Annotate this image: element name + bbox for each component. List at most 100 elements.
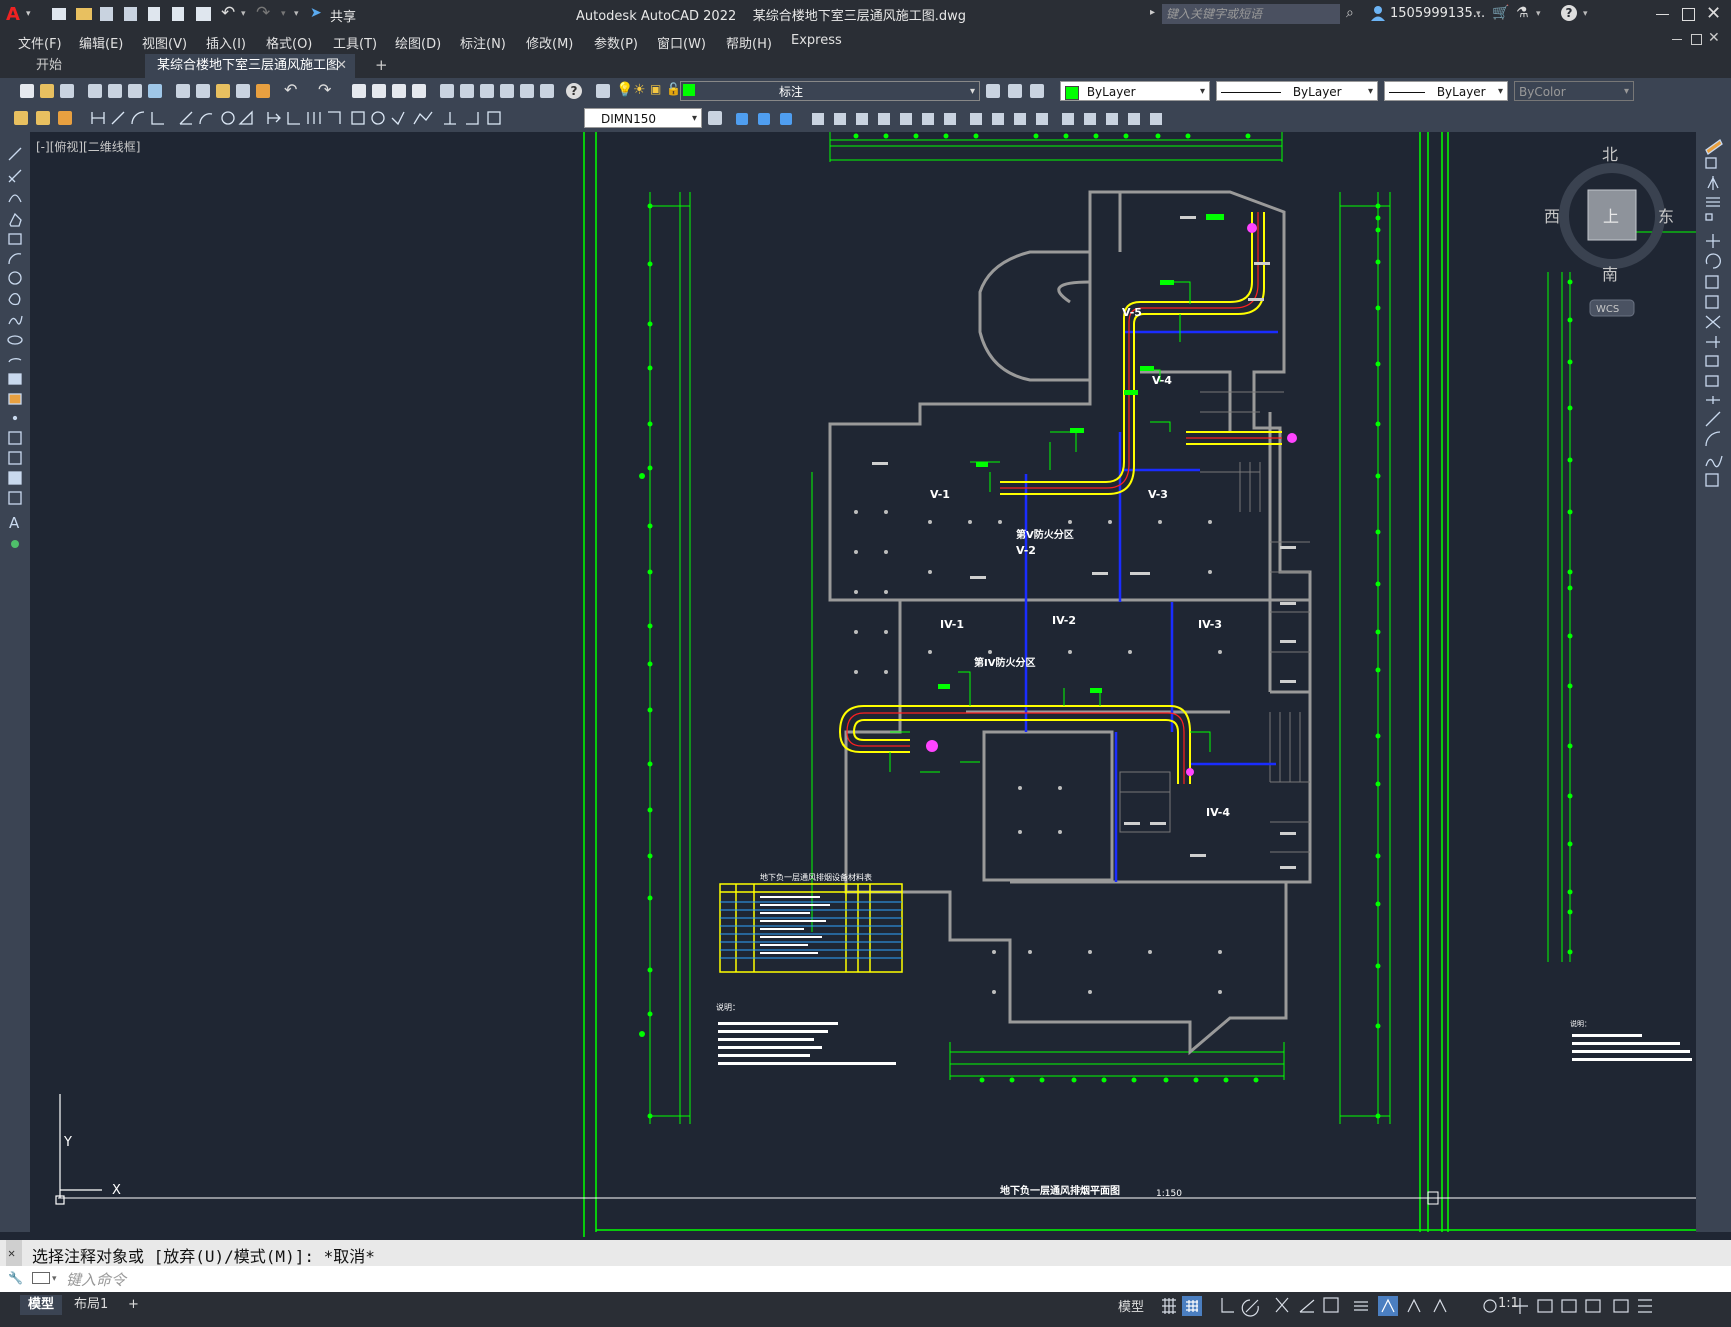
array-tool-icon[interactable]: [1705, 213, 1713, 221]
autocad-logo-icon[interactable]: A: [6, 4, 26, 25]
color-dropdown[interactable]: ByLayer ▾: [1060, 81, 1210, 101]
drawing-canvas[interactable]: [-][俯视][二维线框] 地下负一层通风排烟设备材料表 说明： 说明： V-5…: [30, 132, 1696, 1237]
compass-east[interactable]: 东: [1658, 207, 1674, 226]
open-folder-icon[interactable]: [76, 8, 92, 20]
make-current-icon[interactable]: [986, 84, 1000, 98]
menu-file[interactable]: 文件(F): [18, 33, 62, 52]
arc-tool-icon[interactable]: [8, 253, 22, 265]
layer-lock-icon[interactable]: 🔓: [666, 82, 681, 96]
user-dropdown-icon[interactable]: ▾: [1476, 9, 1481, 19]
lineweight-dropdown[interactable]: ByLayer ▾: [1384, 81, 1508, 101]
plan-scale[interactable]: 1:150: [1156, 1189, 1182, 1199]
menu-parametric[interactable]: 参数(P): [594, 33, 638, 52]
customize-wrench-icon[interactable]: 🔧: [8, 1271, 23, 1285]
gradient-tool-icon[interactable]: [8, 451, 22, 465]
zoom-window-icon[interactable]: [392, 84, 406, 98]
menu-draw[interactable]: 绘图(D): [395, 33, 441, 52]
layer-properties-icon[interactable]: [596, 84, 610, 98]
recent-commands-dropdown-icon[interactable]: ▾: [52, 1274, 57, 1284]
ellipse-tool-icon[interactable]: [7, 335, 23, 345]
zone-label-v5[interactable]: V-5: [1122, 306, 1142, 319]
stretch-tool-icon[interactable]: [1705, 295, 1719, 309]
plot-toolbar-icon[interactable]: [88, 84, 102, 98]
snap-toggle-icon[interactable]: [1186, 1300, 1198, 1312]
doc-restore-icon[interactable]: [1691, 34, 1702, 45]
zone-label-v2[interactable]: V-2: [1016, 544, 1036, 557]
zone-label-iv1[interactable]: IV-1: [940, 618, 964, 631]
tab-start[interactable]: 开始: [24, 54, 149, 78]
offset-tool-icon[interactable]: [1706, 197, 1720, 207]
sheet-set-icon[interactable]: [500, 84, 514, 98]
fullscreen-icon[interactable]: [1613, 1299, 1629, 1313]
xline-tool-icon[interactable]: [8, 169, 22, 183]
markup-icon[interactable]: [520, 84, 534, 98]
make-object-layer-icon[interactable]: [14, 111, 28, 125]
zone-label-iv2[interactable]: IV-2: [1052, 614, 1076, 627]
ellipse-arc-tool-icon[interactable]: [8, 358, 22, 363]
fire-zone-v-label[interactable]: 第V防火分区: [1016, 528, 1074, 541]
insert-block-icon[interactable]: [8, 373, 22, 385]
search-icon[interactable]: ⌕: [1346, 5, 1354, 21]
user-icon[interactable]: [1370, 4, 1386, 22]
doc-minimize-icon[interactable]: [1672, 39, 1682, 40]
isolate-objects-icon[interactable]: [1585, 1299, 1601, 1313]
compass-north[interactable]: 北: [1602, 145, 1618, 164]
dim-update-icon[interactable]: [708, 111, 722, 125]
linetype-dropdown[interactable]: ByLayer ▾: [1216, 81, 1378, 101]
new-tab-button[interactable]: +: [375, 56, 388, 74]
match-properties-icon[interactable]: [236, 84, 250, 98]
erase-tool-icon[interactable]: [1705, 139, 1723, 155]
zone-label-v1[interactable]: V-1: [930, 488, 950, 501]
minimize-icon[interactable]: [1656, 14, 1669, 15]
lineweight-toggle-icon[interactable]: [1354, 1301, 1368, 1311]
viewcube-top-face[interactable]: 上: [1603, 207, 1619, 226]
fire-zone-iv-label[interactable]: 第IV防火分区: [974, 656, 1035, 669]
scale-tool-icon[interactable]: [1705, 275, 1719, 289]
customize-qat-icon[interactable]: ▾: [294, 9, 299, 19]
copy-icon[interactable]: [196, 84, 210, 98]
doc-close-icon[interactable]: ✕: [1708, 30, 1720, 46]
zoom-previous-icon[interactable]: [412, 84, 426, 98]
mirror-tool-icon[interactable]: [1707, 176, 1719, 190]
zone-label-v4[interactable]: V-4: [1152, 374, 1172, 387]
connect-icon[interactable]: ⚗: [1516, 5, 1529, 21]
plan-title[interactable]: 地下负一层通风排烟平面图: [1000, 1184, 1120, 1197]
paste-icon[interactable]: [216, 84, 230, 98]
layout-tab-model[interactable]: 模型: [20, 1295, 63, 1315]
open-icon[interactable]: [40, 84, 54, 98]
line-tool-icon[interactable]: [8, 147, 22, 161]
toolbar-undo-icon[interactable]: ↶: [284, 80, 297, 99]
new-file-icon[interactable]: [52, 8, 66, 20]
menu-view[interactable]: 视图(V): [142, 33, 187, 52]
pan-icon[interactable]: [352, 84, 366, 98]
osnap-toggle-icon[interactable]: [1323, 1297, 1339, 1313]
circle-tool-icon[interactable]: [8, 271, 22, 285]
design-center-icon[interactable]: [460, 84, 474, 98]
notes-label[interactable]: 说明：: [716, 1002, 740, 1012]
blend-curves-icon[interactable]: [1705, 455, 1723, 468]
layer-viewport-icon[interactable]: ▣: [650, 82, 661, 96]
zone-label-iv4[interactable]: IV-4: [1206, 806, 1230, 819]
point-tool-icon[interactable]: [12, 415, 18, 421]
search-input[interactable]: 键入关键字或短语: [1162, 4, 1340, 24]
extend-tool-icon[interactable]: [1706, 336, 1720, 348]
block-editor-icon[interactable]: [256, 84, 270, 98]
undo-icon[interactable]: ↶: [221, 3, 235, 23]
layer-on-icon[interactable]: 💡: [616, 82, 633, 98]
layer-off-icon[interactable]: [58, 111, 72, 125]
calculator-icon[interactable]: [540, 84, 554, 98]
save-as-icon[interactable]: [124, 7, 137, 21]
zone-label-v3[interactable]: V-3: [1148, 488, 1168, 501]
workspace-gear-icon[interactable]: [1483, 1299, 1497, 1313]
redo-dropdown-icon[interactable]: ▾: [281, 9, 286, 19]
equipment-table-title[interactable]: 地下负一层通风排烟设备材料表: [760, 872, 872, 882]
tool-palettes-icon[interactable]: [480, 84, 494, 98]
tab-drawing[interactable]: 某综合楼地下室三层通风施工图*✕: [145, 54, 355, 97]
plotstyle-dropdown[interactable]: ByColor ▾: [1514, 81, 1634, 101]
help-dropdown-icon[interactable]: ▾: [1583, 9, 1588, 19]
revcloud-tool-icon[interactable]: [8, 292, 21, 306]
cut-icon[interactable]: [176, 84, 190, 98]
rotate-tool-icon[interactable]: [1705, 253, 1721, 269]
layer-thaw-icon[interactable]: ☀: [633, 82, 646, 98]
compass-west[interactable]: 西: [1544, 207, 1560, 226]
